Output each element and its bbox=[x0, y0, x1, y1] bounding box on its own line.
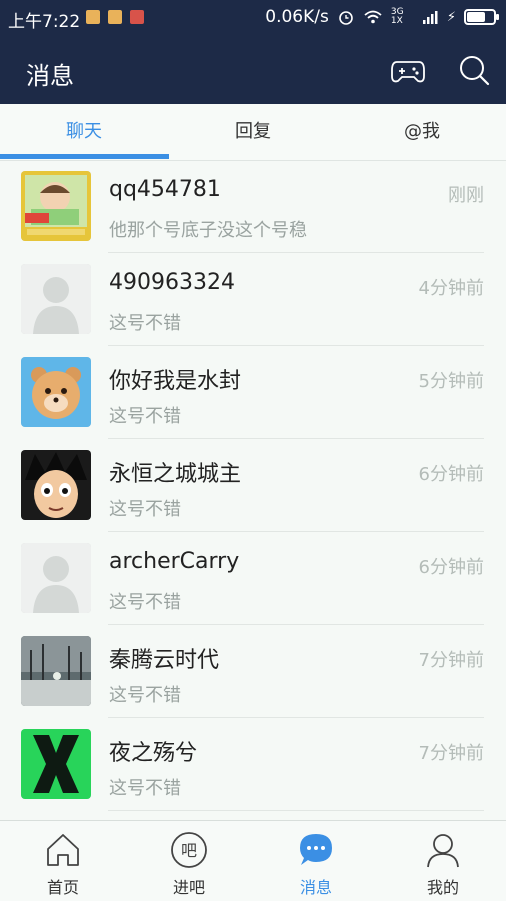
default-avatar bbox=[21, 543, 91, 613]
notification-icon bbox=[108, 10, 122, 24]
svg-text:吧: 吧 bbox=[181, 841, 197, 860]
charging-icon: ⚡ bbox=[446, 9, 456, 25]
search-icon[interactable] bbox=[456, 52, 492, 88]
gamepad-icon[interactable] bbox=[390, 52, 426, 88]
message-preview: 这号不错 bbox=[109, 685, 181, 706]
battery-icon bbox=[464, 9, 499, 25]
battery-fill bbox=[467, 12, 485, 22]
ba-icon: 吧 bbox=[171, 832, 207, 868]
tab-chat[interactable]: 聊天 bbox=[0, 104, 168, 160]
message-time: 6分钟前 bbox=[418, 557, 484, 578]
message-row[interactable]: 夜之殇兮 这号不错 7分钟前 bbox=[0, 718, 506, 811]
nav-label: 我的 bbox=[426, 878, 459, 897]
cartoon-avatar bbox=[21, 171, 91, 241]
divider bbox=[108, 810, 484, 811]
message-row[interactable]: 490963324 这号不错 4分钟前 bbox=[0, 253, 506, 346]
network-type: 3G 1X bbox=[390, 7, 404, 26]
message-preview: 这号不错 bbox=[109, 406, 181, 427]
bear-avatar bbox=[21, 357, 91, 427]
contact-name: 你好我是水封 bbox=[109, 369, 242, 394]
anime-avatar bbox=[21, 450, 91, 520]
message-row[interactable]: 秦腾云时代 这号不错 7分钟前 bbox=[0, 625, 506, 718]
message-row[interactable]: archerCarry 这号不错 6分钟前 bbox=[0, 532, 506, 625]
nav-label: 进吧 bbox=[172, 878, 205, 897]
message-preview: 这号不错 bbox=[109, 592, 181, 613]
message-row[interactable]: 永恒之城城主 这号不错 6分钟前 bbox=[0, 439, 506, 532]
message-icon bbox=[300, 834, 332, 865]
message-preview: 他那个号底子没这个号稳 bbox=[109, 220, 307, 241]
signal-icon bbox=[422, 11, 438, 24]
nav-ba[interactable]: 吧 进吧 bbox=[126, 821, 252, 901]
bottom-nav: 首页 吧 进吧 消息 我的 bbox=[0, 820, 506, 901]
message-time: 7分钟前 bbox=[418, 650, 484, 671]
nav-label: 首页 bbox=[46, 878, 79, 897]
status-time: 上午7:22 bbox=[8, 12, 81, 32]
tab-mentions[interactable]: @我 bbox=[338, 104, 506, 160]
notification-icon bbox=[86, 10, 100, 24]
status-bar: 上午7:22 0.06K/s 3G 1X ⚡ bbox=[0, 0, 506, 36]
contact-name: 永恒之城城主 bbox=[109, 462, 242, 487]
default-avatar bbox=[21, 264, 91, 334]
nav-profile[interactable]: 我的 bbox=[380, 821, 506, 901]
message-row[interactable]: 你好我是水封 这号不错 5分钟前 bbox=[0, 346, 506, 439]
contact-name: archerCarry bbox=[109, 549, 240, 574]
message-row[interactable]: qq454781 他那个号底子没这个号稳 刚刚 bbox=[0, 160, 506, 253]
page-title: 消息 bbox=[26, 62, 74, 90]
message-time: 4分钟前 bbox=[418, 278, 484, 299]
home-icon bbox=[47, 834, 79, 866]
notification-icon bbox=[130, 10, 144, 24]
message-preview: 这号不错 bbox=[109, 778, 181, 799]
alarm-icon bbox=[339, 11, 353, 25]
message-time: 7分钟前 bbox=[418, 743, 484, 764]
contact-name: 490963324 bbox=[109, 270, 235, 295]
network-speed: 0.06K/s bbox=[265, 7, 329, 27]
x-avatar bbox=[21, 729, 91, 799]
status-right: 0.06K/s 3G 1X ⚡ bbox=[265, 7, 499, 27]
nav-home[interactable]: 首页 bbox=[0, 821, 126, 901]
message-preview: 这号不错 bbox=[109, 313, 181, 334]
message-time: 6分钟前 bbox=[418, 464, 484, 485]
profile-icon bbox=[427, 834, 459, 868]
landscape-avatar bbox=[21, 636, 91, 706]
nav-messages[interactable]: 消息 bbox=[253, 821, 379, 901]
wifi-icon bbox=[364, 10, 382, 24]
contact-name: 秦腾云时代 bbox=[109, 648, 220, 673]
contact-name: qq454781 bbox=[109, 177, 221, 202]
tab-reply[interactable]: 回复 bbox=[169, 104, 337, 160]
message-time: 刚刚 bbox=[448, 185, 484, 206]
contact-name: 夜之殇兮 bbox=[109, 741, 198, 766]
app-header: 上午7:22 0.06K/s 3G 1X ⚡ 消息 bbox=[0, 0, 506, 104]
tab-bar: 聊天 回复 @我 bbox=[0, 104, 506, 161]
message-preview: 这号不错 bbox=[109, 499, 181, 520]
message-time: 5分钟前 bbox=[418, 371, 484, 392]
nav-label: 消息 bbox=[299, 878, 332, 897]
active-tab-indicator bbox=[0, 154, 169, 159]
